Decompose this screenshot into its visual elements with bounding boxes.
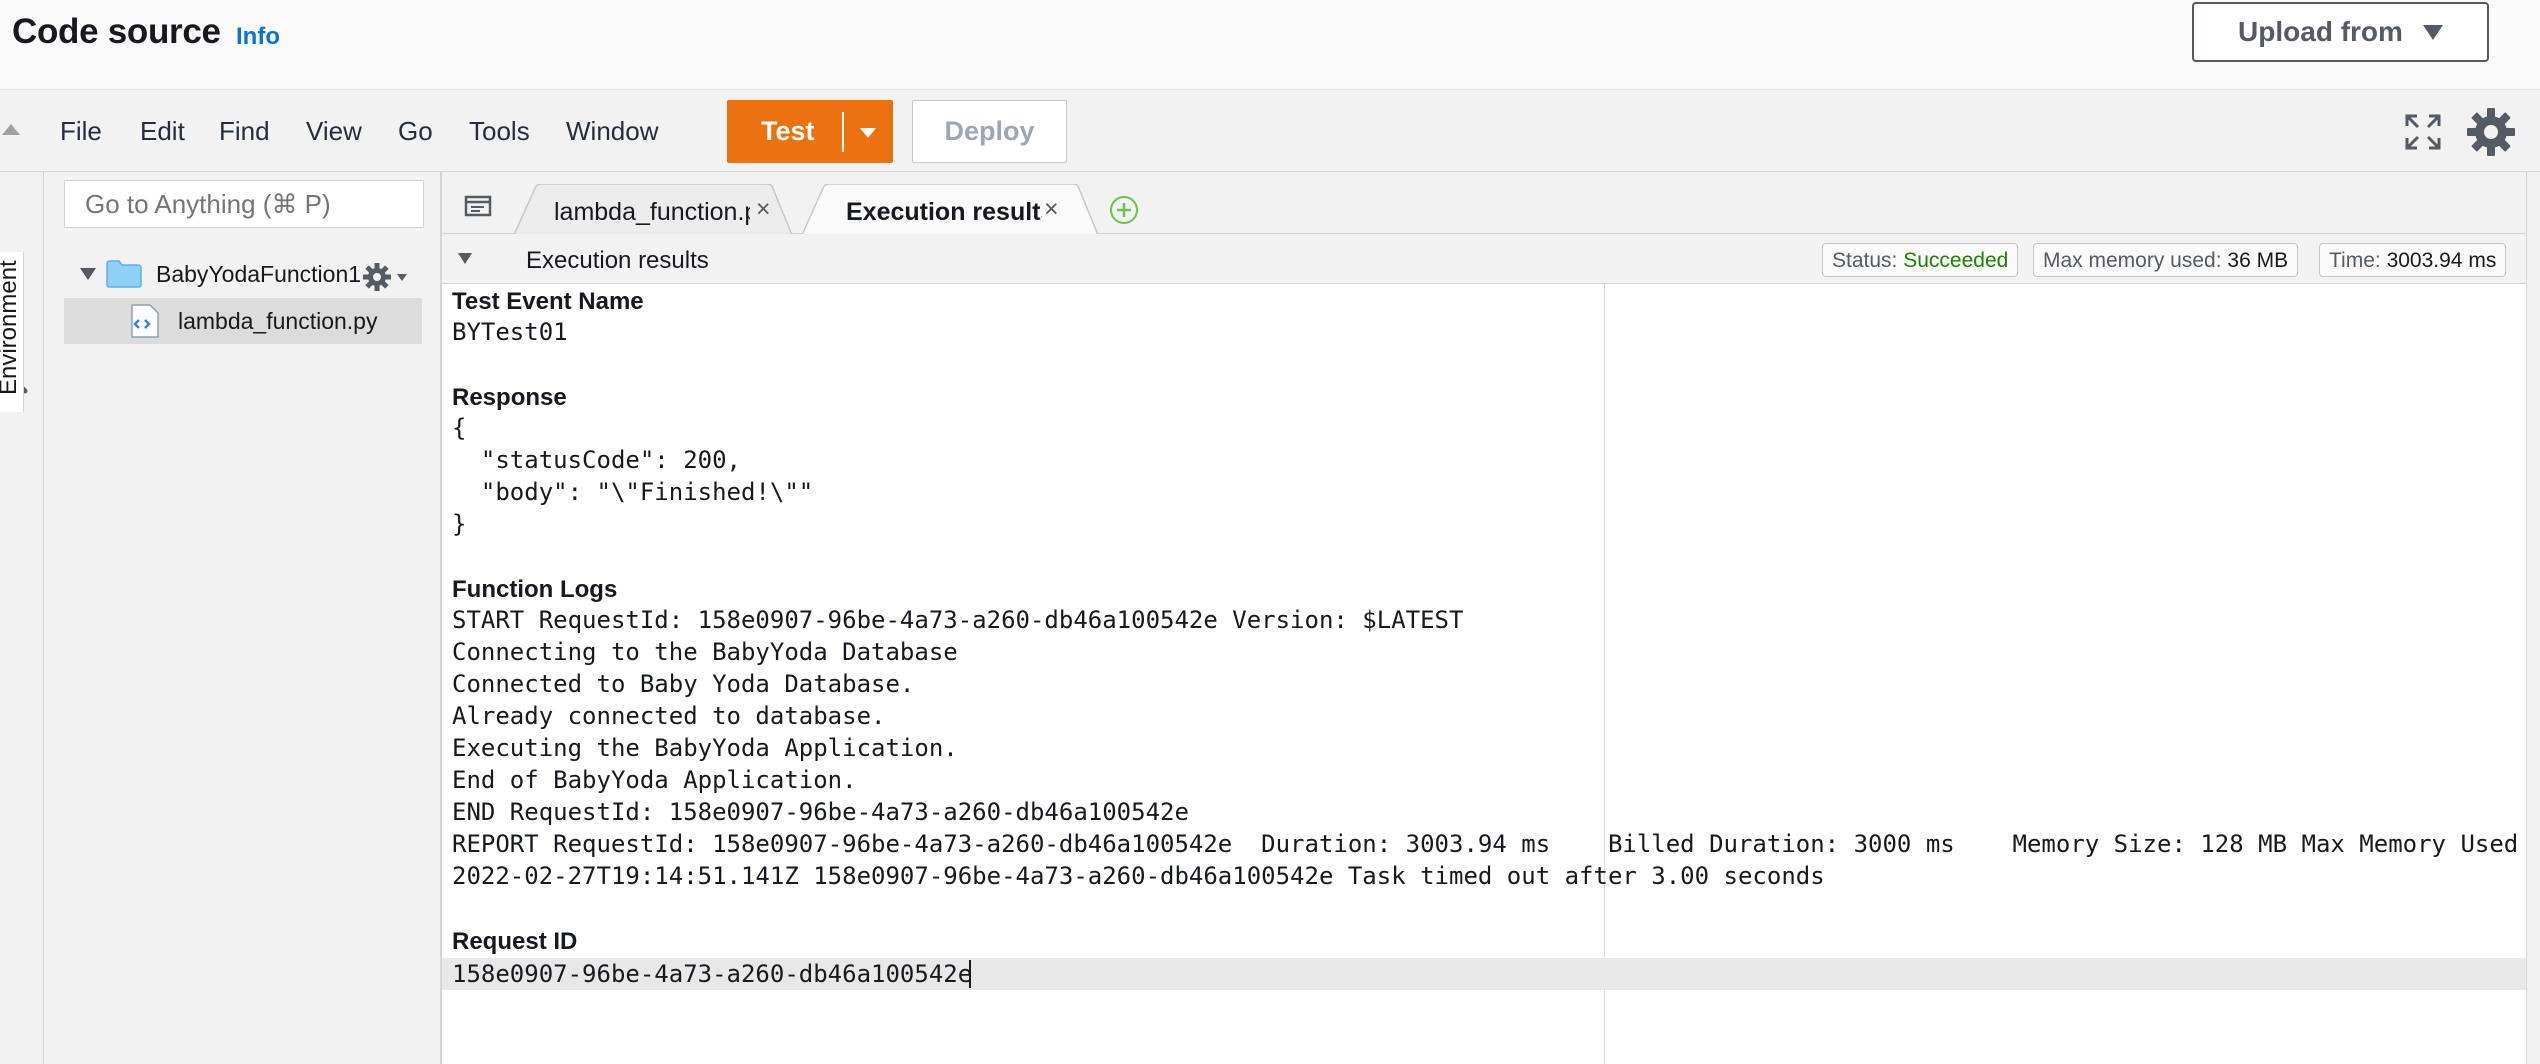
response-line: "body": "\"Finished!\""	[452, 478, 814, 506]
tab-label: Execution results	[846, 198, 1042, 226]
tab-lambda-function[interactable]: lambda_function.py ×	[514, 184, 792, 235]
log-line: End of BabyYoda Application.	[452, 766, 857, 794]
gear-icon[interactable]	[2465, 106, 2517, 158]
text-cursor	[969, 960, 971, 988]
log-line: START RequestId: 158e0907-96be-4a73-a260…	[452, 606, 1464, 634]
environment-panel: BabyYodaFunction1 lambda_function.py	[44, 172, 442, 1064]
chevron-down-icon[interactable]	[80, 268, 96, 280]
log-line: END RequestId: 158e0907-96be-4a73-a260-d…	[452, 798, 1189, 826]
info-link[interactable]: Info	[236, 23, 280, 51]
folder-label: BabyYodaFunction1	[156, 260, 362, 287]
test-button[interactable]: Test	[727, 100, 893, 163]
add-tab-icon[interactable]	[1108, 194, 1140, 226]
tree-folder-babyyodafunction1[interactable]: BabyYodaFunction1	[80, 258, 361, 290]
log-line: Connected to Baby Yoda Database.	[452, 670, 915, 698]
file-label: lambda_function.py	[178, 308, 378, 334]
test-button-label: Test	[761, 116, 815, 146]
log-line: Connecting to the BabyYoda Database	[452, 638, 958, 666]
execution-results-output[interactable]: Test Event Name BYTest01 Response { "sta…	[442, 284, 2526, 1064]
request-id-heading: Request ID	[452, 928, 578, 955]
memory-value: 36 MB	[2227, 249, 2289, 272]
upload-from-label: Upload from	[2238, 16, 2403, 47]
chevron-down-icon[interactable]	[458, 253, 472, 264]
print-margin	[1604, 284, 1605, 1064]
tree-file-lambda-function-py[interactable]: lambda_function.py	[64, 298, 422, 344]
log-line: Already connected to database.	[452, 702, 886, 730]
tab-execution-results[interactable]: Execution results ×	[802, 184, 1098, 235]
deploy-button[interactable]: Deploy	[912, 100, 1067, 163]
chevron-down-icon	[2422, 24, 2443, 40]
status-label: Status:	[1832, 249, 1898, 272]
request-id-value: 158e0907-96be-4a73-a260-db46a100542e	[452, 960, 973, 988]
page-title: Code source	[12, 12, 221, 51]
execution-results-header: Execution results Status: Succeeded Max …	[442, 234, 2526, 284]
environment-tab-label: Environment	[0, 260, 22, 395]
tab-label: lambda_function.py	[554, 198, 750, 226]
code-source-header: Code source Info Upload from	[0, 0, 2540, 90]
ide-menubar: File Edit Find View Go Tools Window Test…	[0, 90, 2540, 172]
status-badge: Status: Succeeded	[1822, 243, 2019, 277]
menu-go[interactable]: Go	[398, 116, 433, 147]
go-to-anything-input[interactable]	[64, 180, 424, 228]
environment-tab[interactable]: Environment	[0, 252, 24, 412]
test-event-heading: Test Event Name	[452, 288, 644, 315]
menu-window[interactable]: Window	[566, 116, 658, 147]
log-line: Executing the BabyYoda Application.	[452, 734, 958, 762]
close-icon[interactable]: ×	[756, 195, 771, 224]
response-heading: Response	[452, 384, 567, 411]
chevron-down-icon[interactable]	[397, 274, 407, 281]
close-icon[interactable]: ×	[1044, 195, 1059, 224]
editor-tabbar: lambda_function.py × Execution results ×	[442, 172, 2540, 235]
menu-view[interactable]: View	[306, 116, 362, 147]
menu-file[interactable]: File	[60, 116, 102, 147]
folder-icon	[106, 260, 142, 288]
response-line: {	[452, 414, 467, 442]
max-memory-badge: Max memory used: 36 MB	[2033, 243, 2299, 277]
response-line: }	[452, 510, 467, 538]
results-title: Execution results	[526, 247, 709, 274]
log-line: REPORT RequestId: 158e0907-96be-4a73-a26…	[452, 830, 2522, 858]
test-button-divider	[842, 112, 844, 152]
tab-list-icon[interactable]	[464, 194, 492, 218]
function-logs-heading: Function Logs	[452, 576, 618, 603]
status-value: Succeeded	[1903, 249, 2009, 272]
time-badge: Time: 3003.94 ms	[2319, 243, 2507, 277]
response-line: "statusCode": 200,	[452, 446, 741, 474]
test-dropdown-icon[interactable]	[860, 128, 876, 138]
menu-find[interactable]: Find	[219, 116, 270, 147]
menu-edit[interactable]: Edit	[140, 116, 185, 147]
fullscreen-icon[interactable]	[2403, 112, 2443, 152]
memory-label: Max memory used:	[2043, 249, 2222, 272]
log-line: 2022-02-27T19:14:51.141Z 158e0907-96be-4…	[452, 862, 1825, 890]
time-value: 3003.94 ms	[2386, 249, 2497, 272]
python-file-icon	[131, 304, 159, 338]
test-event-value: BYTest01	[452, 318, 568, 346]
folder-settings-gear-icon[interactable]	[362, 262, 392, 292]
menu-tools[interactable]: Tools	[469, 116, 530, 147]
upload-from-button[interactable]: Upload from	[2192, 2, 2489, 62]
left-rail: Environment	[0, 172, 44, 1064]
collapse-toolbar-icon[interactable]	[2, 124, 20, 135]
time-label: Time:	[2329, 249, 2381, 272]
vertical-scrollbar[interactable]	[2526, 172, 2540, 1064]
